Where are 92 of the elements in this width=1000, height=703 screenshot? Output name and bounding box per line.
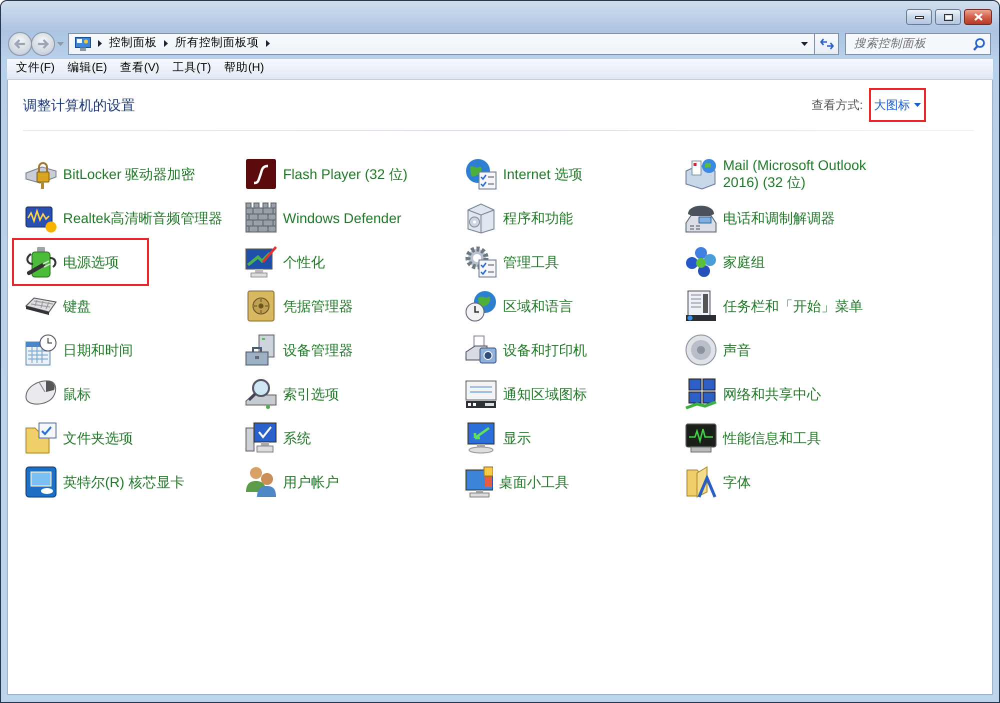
control-panel-link[interactable]: 电源选项 (12, 238, 149, 286)
gear-checklist-icon (465, 246, 497, 278)
menu-item[interactable]: 工具(T) (169, 60, 214, 78)
graphics-tile-icon (25, 466, 57, 498)
back-arrow-icon (14, 38, 26, 48)
taskbar-window-icon (685, 290, 717, 322)
control-panel-link[interactable]: 键盘 (12, 285, 97, 327)
keyboard-icon (25, 296, 57, 316)
minimize-button[interactable] (906, 9, 932, 25)
magnifier-drive-icon (245, 378, 277, 410)
control-panel-link[interactable]: 用户帐户 (232, 461, 345, 503)
refresh-button[interactable] (815, 32, 839, 54)
menu-item[interactable]: 编辑(E) (64, 60, 110, 78)
breadcrumb-link[interactable]: 控制面板 (109, 34, 157, 52)
search-field[interactable]: 搜索控制面板 (845, 32, 991, 54)
monitor-gadgets-icon (465, 466, 493, 498)
forward-arrow-icon (37, 38, 49, 48)
view-mode-dropdown[interactable]: 大图标 (869, 88, 926, 122)
monitor-pulse-icon (685, 422, 717, 454)
breadcrumb-arrow-icon[interactable] (266, 40, 270, 47)
globe-checklist-icon (465, 158, 497, 190)
menu-item[interactable]: 文件(F) (13, 60, 58, 78)
close-button[interactable] (964, 9, 992, 25)
control-panel-link[interactable]: Windows Defender (232, 197, 408, 239)
tray-panel-icon (465, 378, 497, 410)
forward-button[interactable] (31, 32, 55, 56)
control-panel-link[interactable]: 设备和打印机 (452, 329, 593, 371)
control-panel-link[interactable]: 网络和共享中心 (672, 373, 827, 415)
control-panel-link[interactable]: 字体 (672, 461, 757, 503)
control-panel-link[interactable]: 凭据管理器 (232, 285, 359, 327)
control-panel-link[interactable]: 索引选项 (232, 373, 345, 415)
caret-icon (914, 103, 921, 107)
control-panel-link[interactable]: 英特尔(R) 核芯显卡 (12, 461, 190, 503)
mailbox-icon (685, 158, 717, 190)
control-panel-link[interactable]: 区域和语言 (452, 285, 579, 327)
address-bar[interactable]: 控制面板 所有控制面板项 (68, 32, 815, 54)
refresh-icon (820, 38, 834, 50)
control-panel-icon (75, 36, 91, 50)
menu-item[interactable]: 帮助(H) (221, 60, 268, 78)
caret-icon (57, 42, 64, 46)
control-panel-link[interactable]: 日期和时间 (12, 329, 139, 371)
control-panel-link[interactable]: 任务栏和「开始」菜单 (672, 285, 869, 327)
maximize-icon (944, 14, 952, 20)
control-panel-link[interactable]: 家庭组 (672, 241, 771, 283)
safe-icon (245, 290, 277, 322)
monitor-arrow-icon (465, 422, 497, 454)
control-panel-link[interactable]: 程序和功能 (452, 197, 579, 239)
spheres-icon (685, 246, 717, 278)
battery-plug-icon (25, 246, 57, 278)
control-panel-link[interactable]: 文件夹选项 (12, 417, 139, 459)
computer-check-icon (245, 422, 277, 454)
control-panel-link[interactable]: 个性化 (232, 241, 331, 283)
control-panel-link[interactable]: 通知区域图标 (452, 373, 593, 415)
control-panel-link[interactable]: 设备管理器 (232, 329, 359, 371)
brick-wall-icon (245, 202, 277, 234)
control-panel-link[interactable]: 系统 (232, 417, 317, 459)
monitor-brush-icon (245, 246, 277, 278)
control-panel-link[interactable]: Mail (Microsoft Outlook 2016) (32 位) (672, 153, 892, 195)
globe-clock-icon (465, 290, 497, 322)
caret-icon (801, 42, 808, 46)
breadcrumb-link[interactable]: 所有控制面板项 (175, 34, 259, 52)
breadcrumb-arrow-icon[interactable] (164, 40, 168, 47)
font-folder-icon (685, 466, 717, 498)
view-by-label: 查看方式: (812, 97, 863, 114)
users-icon (245, 466, 277, 498)
speaker-icon (685, 334, 717, 366)
search-icon (973, 38, 985, 50)
printer-camera-icon (465, 334, 497, 366)
breadcrumb-arrow-icon[interactable] (98, 40, 102, 47)
folder-check-icon (25, 422, 57, 454)
control-panel-link[interactable]: 电话和调制解调器 (672, 197, 841, 239)
control-panel-link[interactable]: 桌面小工具 (452, 461, 575, 503)
toolbox-computer-icon (245, 334, 277, 366)
control-panel-link[interactable]: 管理工具 (452, 241, 565, 283)
software-box-icon (465, 202, 497, 234)
control-panel-link[interactable]: Flash Player (32 位) (232, 153, 414, 195)
menu-item[interactable]: 查看(V) (117, 60, 162, 78)
player-logo-icon (245, 158, 277, 190)
page-title: 调整计算机的设置 (23, 96, 135, 114)
calendar-clock-icon (25, 334, 57, 366)
control-panel-link[interactable]: 显示 (452, 417, 537, 459)
network-monitors-icon (685, 378, 717, 410)
maximize-button[interactable] (935, 9, 961, 25)
control-panel-link[interactable]: BitLocker 驱动器加密 (12, 153, 202, 195)
control-panel-link[interactable]: 鼠标 (12, 373, 97, 415)
control-panel-link[interactable]: 性能信息和工具 (672, 417, 827, 459)
back-button[interactable] (8, 32, 32, 56)
minimize-icon (914, 16, 924, 18)
control-panel-link[interactable]: Internet 选项 (452, 153, 588, 195)
control-panel-link[interactable]: Realtek高清晰音频管理器 (12, 197, 228, 239)
close-icon (974, 13, 982, 21)
control-panel-link[interactable]: 声音 (672, 329, 757, 371)
